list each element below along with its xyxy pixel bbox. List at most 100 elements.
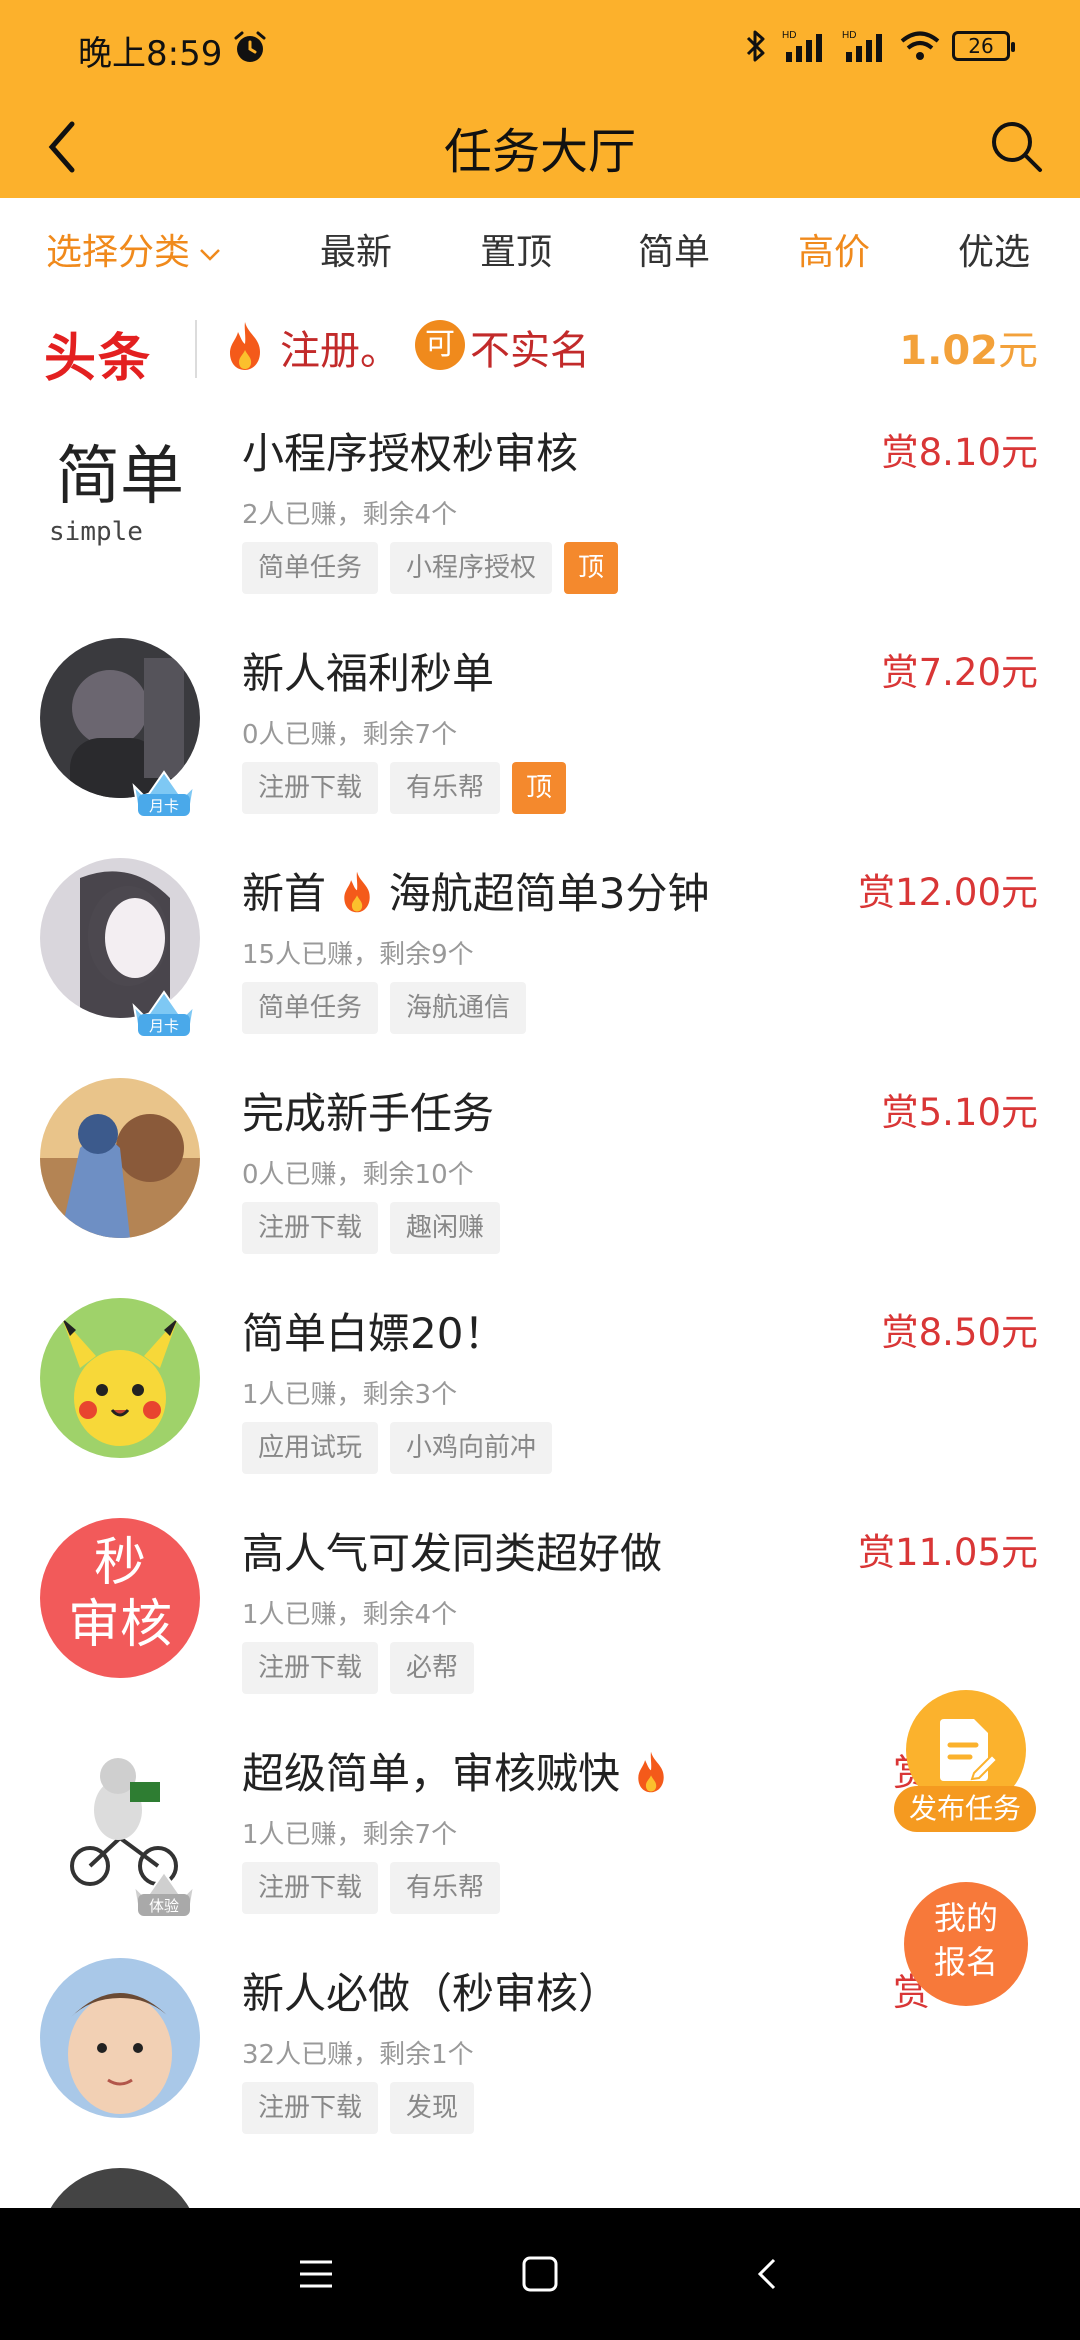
menu-icon[interactable] [290, 2248, 342, 2300]
headline-amount: 1.02元 [899, 318, 1038, 376]
avatar [40, 1298, 200, 1458]
tag: 简单任务 [242, 542, 379, 594]
task-tags: 简单任务 海航通信 [242, 982, 527, 1034]
task-title: 小程序授权秒审核 [242, 429, 579, 478]
app-top-bar: 晚上8:59 HD HD 26 任务大厅 [0, 0, 1080, 198]
task-tags: 注册下载 发现 [242, 2082, 475, 2134]
tab-label: 选择分类 [46, 232, 191, 273]
tab-select-category[interactable]: 选择分类 [46, 223, 222, 275]
tag: 注册下载 [242, 1862, 379, 1914]
publish-label: 发布任务 [894, 1786, 1036, 1832]
publish-task-button[interactable]: 发布任务 [894, 1690, 1036, 1832]
task-title: 新人必做（秒审核） [242, 1969, 621, 2018]
task-row[interactable]: 月卡 新首 海航超简单3分钟 赏12.00元 15人已赚，剩余9个 简单任务 海… [0, 838, 1080, 1058]
avatar-big-text: 简单 [56, 440, 184, 514]
avatar [40, 2168, 200, 2208]
tag: 注册下载 [242, 762, 379, 814]
bluetooth-icon [746, 30, 765, 62]
tab-featured[interactable]: 优选 [958, 223, 1030, 275]
tab-simple[interactable]: 简单 [638, 223, 710, 275]
task-reward: 赏8.50元 [881, 1311, 1038, 1354]
fire-icon [638, 1751, 665, 1793]
home-square-icon[interactable] [514, 2248, 566, 2300]
task-reward: 赏8.10元 [881, 431, 1038, 474]
task-row[interactable]: 简单 simple 小程序授权秒审核 赏8.10元 2人已赚，剩余4个 简单任务… [0, 398, 1080, 618]
crown-icon: 月卡 [132, 770, 196, 816]
tag: 趣闲赚 [390, 1202, 501, 1254]
tag: 小鸡向前冲 [390, 1422, 553, 1474]
task-row[interactable]: 完成新手任务 赏5.10元 0人已赚，剩余10个 注册下载 趣闲赚 [0, 1058, 1080, 1278]
task-tags: 注册下载 趣闲赚 [242, 1202, 501, 1254]
headline-logo: 头条 [44, 329, 153, 389]
tag: 简单任务 [242, 982, 379, 1034]
my-signups-button[interactable]: 我的 报名 [904, 1882, 1028, 2006]
text-avatar: 秒 审核 [40, 1518, 200, 1678]
task-title: 简单白嫖20！ [242, 1309, 506, 1358]
signal-hd-icon: HD [782, 30, 822, 62]
page-title: 任务大厅 [443, 124, 636, 180]
chevron-down-icon [200, 249, 220, 261]
avatar: 简单 simple [40, 418, 200, 578]
tag: 发现 [390, 2082, 475, 2134]
tag: 有乐帮 [390, 1862, 501, 1914]
back-icon[interactable] [742, 2248, 794, 2300]
task-reward: 赏11.05元 [858, 1531, 1038, 1574]
crown-icon: 体验 [132, 1870, 196, 1916]
alarm-icon [234, 31, 266, 62]
header: 任务大厅 [0, 96, 1080, 198]
tag: 小程序授权 [390, 542, 553, 594]
search-icon[interactable] [986, 116, 1048, 178]
task-tags: 注册下载 必帮 [242, 1642, 475, 1694]
signal-hd-icon-2: HD [842, 30, 882, 62]
tag: 注册下载 [242, 1202, 379, 1254]
avatar [40, 1958, 200, 2118]
avatar-text-line-2: 审核 [68, 1595, 172, 1655]
headline-ticker[interactable]: 头条 注册。 可 不实名 1.02元 [0, 298, 1080, 398]
task-title-part: 海航超简单3分钟 [388, 869, 710, 918]
tab-pinned[interactable]: 置顶 [480, 223, 552, 275]
tag: 必帮 [390, 1642, 475, 1694]
pinned-badge: 顶 [512, 762, 567, 814]
tag: 注册下载 [242, 2082, 379, 2134]
headline-badge: 可 [415, 320, 465, 370]
tab-latest[interactable]: 最新 [320, 223, 392, 275]
task-row-partial[interactable] [0, 2158, 1080, 2208]
task-title-part: 新首 [242, 869, 327, 918]
tag: 有乐帮 [390, 762, 501, 814]
task-title: 新人福利秒单 [242, 649, 495, 698]
filter-tabs: 选择分类 最新 置顶 简单 高价 优选 [0, 198, 1080, 298]
task-reward: 赏5.10元 [881, 1091, 1038, 1134]
task-row[interactable]: 简单白嫖20！ 赏8.50元 1人已赚，剩余3个 应用试玩 小鸡向前冲 [0, 1278, 1080, 1498]
tag: 应用试玩 [242, 1422, 379, 1474]
fire-icon [230, 322, 260, 370]
task-title-part: 超级简单，审核贼快 [242, 1749, 621, 1798]
simple-logo-avatar: 简单 simple [40, 418, 200, 578]
status-bar: 晚上8:59 HD HD 26 [0, 0, 1080, 96]
task-meta: 32人已赚，剩余1个 [242, 2040, 474, 2070]
system-nav-bar [0, 2208, 1080, 2340]
task-row[interactable]: 秒 审核 高人气可发同类超好做 赏11.05元 1人已赚，剩余4个 注册下载 必… [0, 1498, 1080, 1718]
task-reward: 赏7.20元 [881, 651, 1038, 694]
crown-label: 体验 [149, 1897, 179, 1915]
status-time: 晚上8:59 [78, 34, 223, 74]
task-tags: 注册下载 有乐帮 顶 [242, 762, 567, 814]
task-tags: 简单任务 小程序授权 顶 [242, 542, 619, 594]
headline-text: 注册。 [280, 328, 400, 374]
svg-text:HD: HD [782, 30, 796, 41]
avatar: 秒 审核 [40, 1518, 200, 1678]
headline-text-2: 不实名 [470, 328, 590, 374]
avatar [40, 1078, 200, 1238]
divider [195, 320, 197, 378]
task-meta: 0人已赚，剩余10个 [242, 1160, 474, 1190]
task-title: 超级简单，审核贼快 [242, 1740, 669, 1801]
task-meta: 0人已赚，剩余7个 [242, 720, 458, 750]
tag: 注册下载 [242, 1642, 379, 1694]
task-title: 新首 海航超简单3分钟 [242, 860, 709, 921]
avatar-text-line-1: 秒 [94, 1533, 146, 1593]
svg-text:HD: HD [842, 30, 856, 41]
amount-unit: 元 [998, 328, 1038, 374]
tab-high-price[interactable]: 高价 [798, 223, 870, 275]
wifi-icon [900, 31, 940, 60]
task-row[interactable]: 月卡 新人福利秒单 赏7.20元 0人已赚，剩余7个 注册下载 有乐帮 顶 [0, 618, 1080, 838]
my-signups-line-1: 我的 [933, 1899, 998, 1937]
